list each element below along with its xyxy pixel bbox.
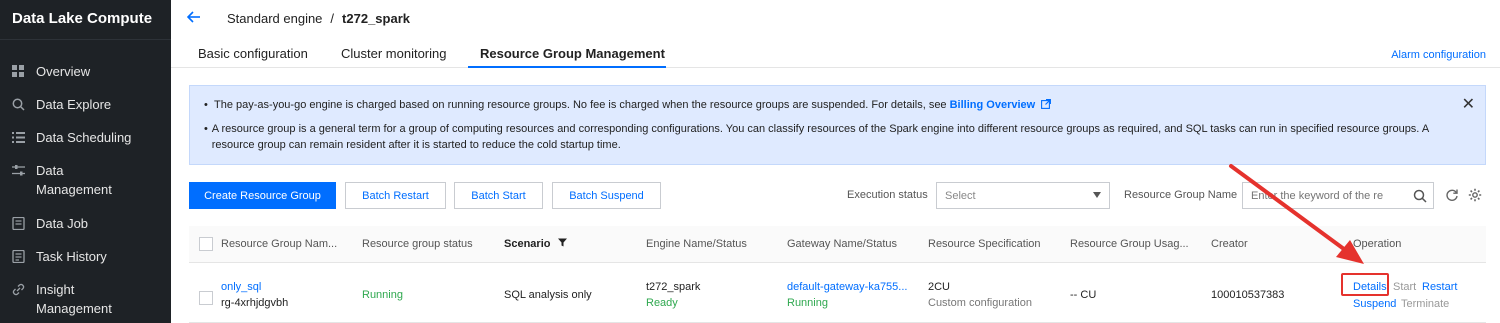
batch-start-button[interactable]: Batch Start xyxy=(454,182,543,209)
sidebar-item-label: Data Explore xyxy=(36,97,112,112)
column-header-creator: Creator xyxy=(1211,238,1248,250)
start-button: Start xyxy=(1393,281,1417,293)
resource-group-search xyxy=(1242,182,1434,209)
sidebar-item-label: Data Job xyxy=(36,216,89,231)
resource-group-status: Running xyxy=(362,289,403,301)
search-doc-icon xyxy=(12,98,25,111)
batch-suspend-button[interactable]: Batch Suspend xyxy=(552,182,661,209)
sidebar-item-label: Insight Management xyxy=(36,280,112,318)
notice-text-1-body: The pay-as-you-go engine is charged base… xyxy=(214,99,950,111)
column-header-engine: Engine Name/Status xyxy=(646,238,747,250)
column-header-status: Resource group status xyxy=(362,238,473,250)
column-header-scenario: Scenario xyxy=(504,238,567,250)
column-header-operation: Operation xyxy=(1353,238,1402,250)
spec-value: 2CU xyxy=(928,281,951,293)
gateway-name-link[interactable]: default-gateway-ka755... xyxy=(787,281,907,293)
doc-icon xyxy=(12,216,25,231)
alarm-configuration-link[interactable]: Alarm configuration xyxy=(1391,49,1486,61)
gear-icon[interactable] xyxy=(1468,188,1482,202)
content-area: • The pay-as-you-go engine is charged ba… xyxy=(171,68,1500,323)
sidebar-item-data-management[interactable]: Data Management xyxy=(0,162,171,199)
execution-status-placeholder: Select xyxy=(945,189,976,202)
sidebar-item-insight-management[interactable]: Insight Management xyxy=(0,281,171,318)
breadcrumb-parent[interactable]: Standard engine xyxy=(227,11,322,26)
engine-status: Ready xyxy=(646,297,678,309)
toolbar: Create Resource Group Batch Restart Batc… xyxy=(189,182,1489,210)
notice-line-1: • The pay-as-you-go engine is charged ba… xyxy=(204,97,1471,114)
notice-line-2: • A resource group is a general term for… xyxy=(204,121,1471,153)
select-all-checkbox[interactable] xyxy=(199,237,213,251)
creator-value: 100010537383 xyxy=(1211,289,1285,301)
resource-group-name-label: Resource Group Name xyxy=(1124,189,1238,201)
info-notice: • The pay-as-you-go engine is charged ba… xyxy=(189,85,1486,165)
filter-icon[interactable] xyxy=(557,238,567,250)
column-header-scenario-label: Scenario xyxy=(504,238,551,250)
table-row: only_sql rg-4xrhjdgvbh Running SQL analy… xyxy=(189,263,1486,323)
column-header-usage[interactable]: Resource Group Usag... xyxy=(1070,238,1189,250)
bullet: • xyxy=(204,123,208,135)
link-icon xyxy=(12,283,25,296)
app-title: Data Lake Compute xyxy=(0,0,171,40)
breadcrumb-current: t272_spark xyxy=(342,11,410,26)
sidebar-item-label: Task History xyxy=(36,249,107,264)
list-icon xyxy=(12,131,25,144)
content-card: • The pay-as-you-go engine is charged ba… xyxy=(171,68,1500,323)
sidebar-item-label-line1: Insight xyxy=(36,282,75,297)
chevron-down-icon xyxy=(1093,192,1101,198)
search-input[interactable] xyxy=(1251,189,1401,202)
terminate-button: Terminate xyxy=(1401,298,1450,310)
tab-bar: Basic configuration Cluster monitoring R… xyxy=(171,37,1500,68)
details-button[interactable]: Details xyxy=(1353,281,1387,293)
sidebar: Data Lake Compute Overview Data Explore … xyxy=(0,0,171,323)
search-icon[interactable] xyxy=(1413,189,1427,203)
bullet: • xyxy=(204,99,208,111)
main-panel: Standard engine / t272_spark Basic confi… xyxy=(171,0,1500,323)
sidebar-item-label: Overview xyxy=(36,64,91,79)
gateway-status: Running xyxy=(787,297,828,309)
suspend-button[interactable]: Suspend xyxy=(1353,298,1396,310)
sidebar-item-data-scheduling[interactable]: Data Scheduling xyxy=(0,129,171,147)
history-doc-icon xyxy=(12,249,25,264)
execution-status-label: Execution status xyxy=(847,189,928,201)
breadcrumb-separator: / xyxy=(330,11,335,26)
sidebar-item-data-job[interactable]: Data Job xyxy=(0,215,171,233)
column-header-gateway: Gateway Name/Status xyxy=(787,238,898,250)
spec-note: Custom configuration xyxy=(928,297,1032,309)
tab-basic-configuration[interactable]: Basic configuration xyxy=(198,46,308,61)
sidebar-item-overview[interactable]: Overview xyxy=(0,63,171,81)
notice-text-1: The pay-as-you-go engine is charged base… xyxy=(214,97,1052,114)
sidebar-item-label-line2: Management xyxy=(36,301,112,316)
column-header-name[interactable]: Resource Group Nam... xyxy=(221,238,337,250)
create-resource-group-button[interactable]: Create Resource Group xyxy=(189,182,336,209)
close-icon[interactable]: ✕ xyxy=(1462,97,1475,113)
usage-value: -- CU xyxy=(1070,289,1097,301)
sliders-icon xyxy=(12,164,25,177)
sidebar-item-label-line1: Data xyxy=(36,163,64,178)
resource-group-name-link[interactable]: only_sql xyxy=(221,281,261,293)
scenario-value: SQL analysis only xyxy=(504,289,592,301)
sidebar-item-label: Data Scheduling xyxy=(36,130,132,145)
table-header: Resource Group Nam... Resource group sta… xyxy=(189,226,1486,263)
sidebar-item-task-history[interactable]: Task History xyxy=(0,248,171,266)
refresh-icon[interactable] xyxy=(1445,188,1459,202)
external-link-icon[interactable] xyxy=(1041,98,1052,114)
sidebar-item-data-explore[interactable]: Data Explore xyxy=(0,96,171,114)
execution-status-select[interactable]: Select xyxy=(936,182,1110,209)
batch-restart-button[interactable]: Batch Restart xyxy=(345,182,446,209)
sidebar-item-label-line2: Management xyxy=(36,182,112,197)
resource-group-id: rg-4xrhjdgvbh xyxy=(221,297,289,309)
restart-button[interactable]: Restart xyxy=(1422,281,1457,293)
resource-group-table: Resource Group Nam... Resource group sta… xyxy=(189,226,1486,323)
grid-icon xyxy=(12,65,25,78)
column-header-spec: Resource Specification xyxy=(928,238,1041,250)
tab-cluster-monitoring[interactable]: Cluster monitoring xyxy=(341,46,447,61)
back-arrow-icon[interactable] xyxy=(186,10,205,28)
notice-text-2: A resource group is a general term for a… xyxy=(211,123,1429,151)
billing-overview-link[interactable]: Billing Overview xyxy=(950,99,1036,111)
breadcrumb: Standard engine / t272_spark xyxy=(171,0,1500,37)
engine-name: t272_spark xyxy=(646,281,701,293)
row-checkbox[interactable] xyxy=(199,291,213,305)
tab-resource-group-management[interactable]: Resource Group Management xyxy=(480,46,665,61)
sidebar-item-label: Data Management xyxy=(36,161,112,199)
